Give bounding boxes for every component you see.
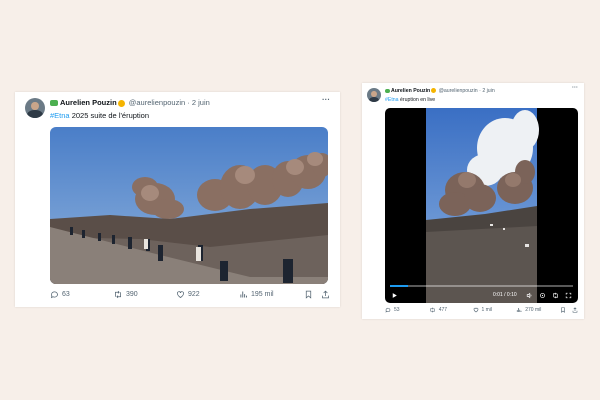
user-handle[interactable]: @aurelienpouzin: [439, 88, 478, 94]
tweet-card-2[interactable]: Aurelien Pouzin @aurelienpouzin · 2 juin…: [362, 83, 584, 319]
retweet-count: 477: [438, 307, 448, 313]
retweet-icon: [430, 307, 435, 313]
views-button[interactable]: 195 mil: [239, 290, 302, 299]
display-name[interactable]: Aurelien Pouzin: [391, 88, 430, 94]
hashtag-link[interactable]: #Etna: [50, 111, 70, 120]
bookmark-icon[interactable]: [560, 307, 566, 313]
hashtag-link[interactable]: #Etna: [385, 97, 399, 103]
emoji-badge-icon: [431, 88, 437, 94]
like-icon: [177, 291, 184, 298]
tweet-actions: 53 477 1 mil 270 mil: [385, 307, 578, 313]
reply-icon: [385, 307, 391, 313]
reply-icon: [50, 291, 58, 299]
avatar[interactable]: [25, 98, 45, 118]
tweet-header: Aurelien Pouzin @aurelienpouzin · 2 juin: [50, 98, 210, 107]
views-icon: [240, 291, 247, 298]
like-button[interactable]: 922: [176, 290, 239, 299]
retweet-button[interactable]: 477: [429, 307, 473, 313]
tweet-video-thumbnail[interactable]: [50, 127, 328, 284]
tweet-body: éruption en live: [398, 97, 436, 103]
views-icon: [517, 308, 522, 312]
tweet-card-1[interactable]: Aurelien Pouzin @aurelienpouzin · 2 juin…: [15, 92, 340, 307]
views-count: 270 mil: [525, 307, 542, 313]
separator: ·: [187, 98, 190, 107]
bookmark-icon[interactable]: [304, 290, 313, 299]
share-icon[interactable]: [321, 290, 330, 299]
fullscreen-icon[interactable]: [565, 292, 572, 299]
display-name[interactable]: Aurelien Pouzin: [60, 98, 117, 107]
share-icon[interactable]: [572, 307, 578, 313]
tweet-date[interactable]: 2 juin: [192, 98, 210, 107]
more-icon[interactable]: ···: [322, 95, 330, 104]
video-controls: 0:01 / 0:10: [385, 285, 578, 303]
emoji-badge-icon: [117, 99, 125, 107]
user-handle[interactable]: @aurelienpouzin: [129, 98, 185, 107]
tweet-header: Aurelien Pouzin @aurelienpouzin · 2 juin: [385, 88, 495, 94]
views-count: 195 mil: [251, 291, 274, 298]
views-button[interactable]: 270 mil: [516, 307, 560, 313]
reply-count: 53: [394, 307, 400, 313]
tweet-text: #Etna 2025 suite de l'éruption: [50, 111, 149, 120]
reply-button[interactable]: 53: [385, 307, 429, 313]
tweet-actions: 63 390 922 195 mil: [50, 290, 330, 299]
tweet-date[interactable]: 2 juin: [482, 88, 494, 94]
like-icon: [473, 307, 478, 313]
volume-icon[interactable]: [526, 292, 533, 299]
reply-button[interactable]: 63: [50, 290, 113, 299]
retweet-video-icon[interactable]: [552, 292, 559, 299]
video-progress-bar[interactable]: [390, 285, 573, 287]
retweet-count: 390: [126, 291, 138, 298]
eruption-video-frame: [426, 108, 539, 303]
separator: ·: [479, 88, 481, 94]
retweet-button[interactable]: 390: [113, 290, 176, 299]
video-time: 0:01 / 0:10: [493, 292, 517, 298]
avatar[interactable]: [367, 88, 381, 102]
like-count: 1 mil: [481, 307, 493, 313]
like-count: 922: [188, 291, 200, 298]
tweet-video-player[interactable]: 0:01 / 0:10: [385, 108, 578, 303]
flag-emoji-icon: [50, 100, 58, 107]
tweet-body: 2025 suite de l'éruption: [69, 111, 150, 120]
more-icon[interactable]: ···: [572, 85, 578, 91]
like-button[interactable]: 1 mil: [473, 307, 517, 313]
tweet-text: #Etna éruption en live: [385, 97, 435, 103]
flag-emoji-icon: [385, 88, 390, 93]
play-icon[interactable]: [391, 292, 398, 299]
eruption-scene-image: [50, 127, 328, 284]
settings-icon[interactable]: [539, 292, 546, 299]
retweet-icon: [115, 290, 121, 299]
reply-count: 63: [62, 291, 70, 298]
